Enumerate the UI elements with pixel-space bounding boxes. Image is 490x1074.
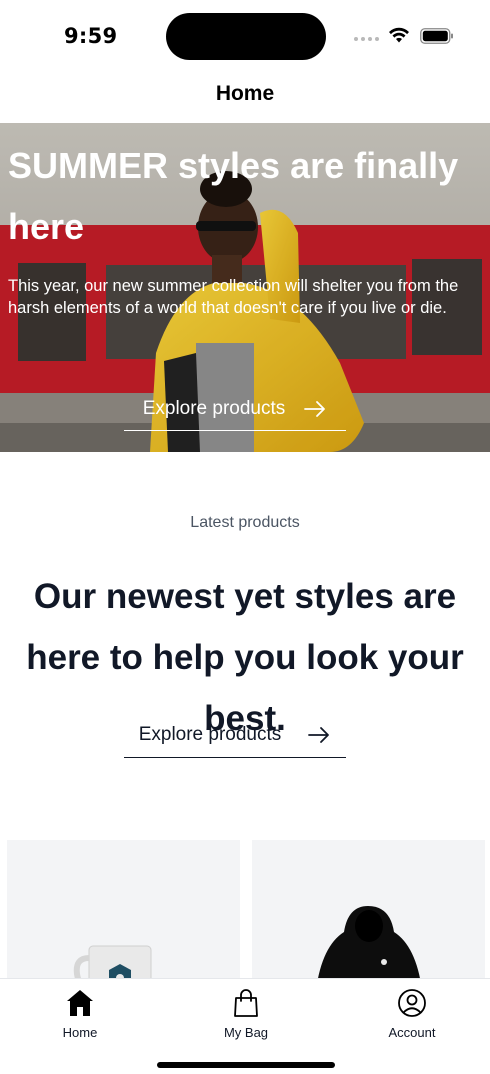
hero-explore-products-link[interactable]: Explore products — [124, 387, 346, 431]
battery-icon — [420, 28, 453, 44]
page-title: Home — [215, 82, 275, 105]
cellular-signal-icon — [354, 37, 379, 41]
tab-account[interactable]: Account — [352, 987, 472, 1040]
status-time: 9:59 — [64, 24, 118, 48]
product-card-hoodie[interactable] — [252, 840, 485, 990]
hero-banner: SUMMER styles are finally here This year… — [0, 123, 490, 452]
hero-explore-products-label: Explore products — [142, 397, 286, 419]
status-bar: 9:59 — [0, 0, 490, 72]
wifi-icon — [389, 27, 409, 43]
tab-my-bag-label: My Bag — [223, 1025, 269, 1040]
product-card-mug[interactable] — [7, 840, 240, 990]
bottom-tab-bar: Home My Bag Account — [0, 978, 490, 1074]
latest-explore-products-link[interactable]: Explore products — [124, 712, 346, 758]
arrow-right-icon — [308, 726, 330, 743]
tab-home[interactable]: Home — [20, 987, 140, 1040]
tab-home-label: Home — [62, 1025, 98, 1040]
hoodie-icon — [316, 906, 422, 990]
bag-icon — [234, 989, 258, 1017]
arrow-right-icon — [304, 400, 326, 417]
account-icon — [398, 989, 426, 1017]
mug-icon — [73, 945, 152, 990]
hero-description: This year, our new summer collection wil… — [8, 277, 459, 317]
hero-title: SUMMER styles are finally here — [8, 145, 459, 247]
latest-explore-products-label: Explore products — [138, 723, 282, 745]
home-indicator[interactable] — [157, 1062, 335, 1068]
tab-account-label: Account — [388, 1025, 436, 1040]
home-icon — [67, 990, 93, 1016]
tab-my-bag[interactable]: My Bag — [186, 987, 306, 1040]
dynamic-island — [166, 13, 326, 60]
latest-products-label: Latest products — [190, 514, 300, 531]
